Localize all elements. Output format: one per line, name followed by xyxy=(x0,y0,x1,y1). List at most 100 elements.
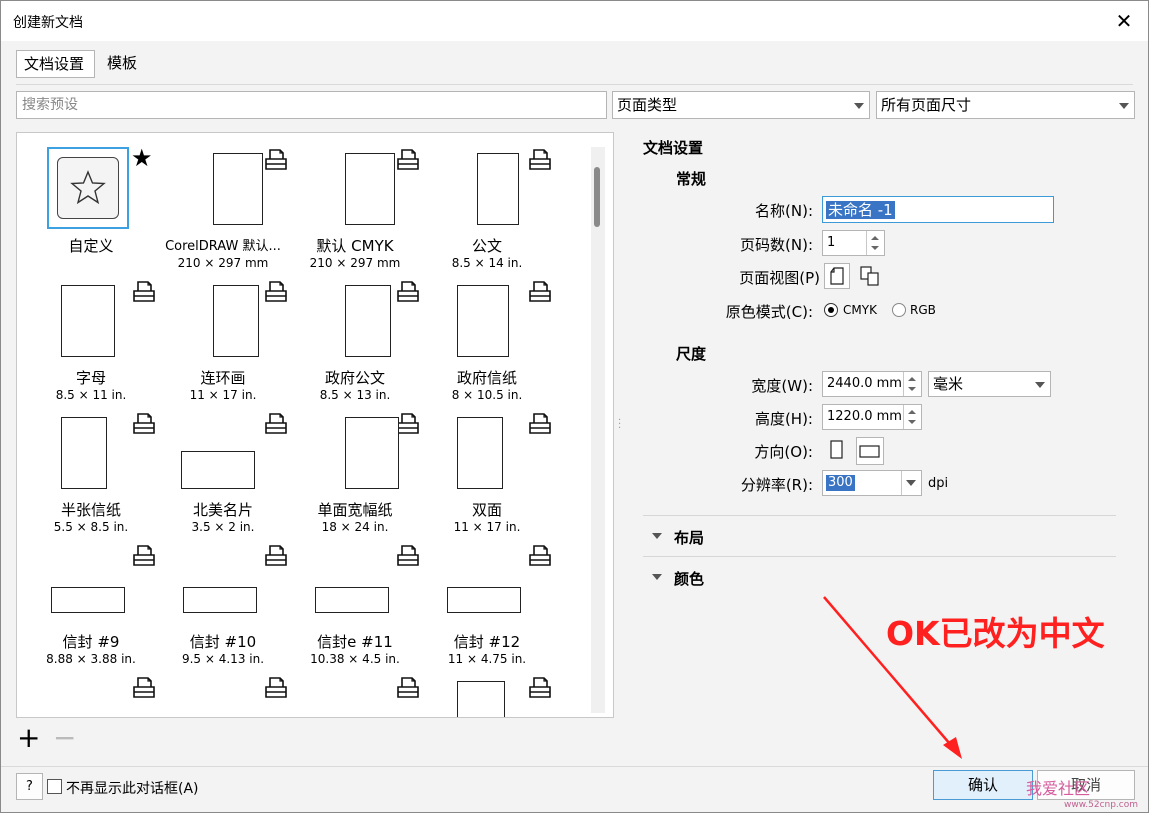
preset-name: 信封e #11 xyxy=(317,633,393,651)
spin-down-icon[interactable] xyxy=(908,387,916,391)
printer-icon xyxy=(527,675,553,701)
divider xyxy=(16,84,1133,85)
printer-icon xyxy=(395,675,421,701)
preset-item[interactable] xyxy=(169,671,301,717)
page-size-select[interactable]: 所有页面尺寸 xyxy=(876,91,1135,119)
printer-icon xyxy=(131,675,157,701)
search-presets-input[interactable] xyxy=(16,91,607,119)
name-label: 名称(N): xyxy=(755,202,813,220)
create-document-dialog: 创建新文档 ✕ 文档设置 模板 页面类型 所有页面尺寸 ★ 自定义 CorelDRA… xyxy=(0,0,1149,813)
portrait-button[interactable] xyxy=(824,437,850,463)
preset-item[interactable]: 信封e #11 10.38 × 4.5 in. xyxy=(301,539,433,671)
preset-item[interactable] xyxy=(301,671,433,717)
preset-item[interactable] xyxy=(433,671,565,717)
preset-size: 5.5 × 8.5 in. xyxy=(53,520,129,534)
preset-name: 信封 #10 xyxy=(189,633,257,651)
page-thumbnail xyxy=(477,153,519,225)
preset-size: 210 × 297 mm xyxy=(309,256,401,270)
preset-item[interactable]: 信封 #10 9.5 × 4.13 in. xyxy=(169,539,301,671)
spin-down-icon[interactable] xyxy=(908,420,916,424)
preset-item[interactable]: 单面宽幅纸 18 × 24 in. xyxy=(301,407,433,539)
add-preset-button[interactable]: + xyxy=(17,724,43,752)
printer-icon xyxy=(263,279,289,305)
preset-size: 8.5 × 13 in. xyxy=(319,388,391,402)
resolution-label: 分辨率(R): xyxy=(740,476,813,494)
preset-item[interactable]: CorelDRAW 默认... 210 × 297 mm xyxy=(165,143,301,275)
preset-item[interactable]: ★ 自定义 xyxy=(37,143,169,275)
preset-item[interactable]: 政府公文 8.5 × 13 in. xyxy=(301,275,433,407)
cmyk-radio[interactable] xyxy=(824,303,838,317)
preset-item[interactable]: 双面 11 × 17 in. xyxy=(433,407,565,539)
printer-icon xyxy=(263,543,289,569)
page-view-label: 页面视图(P) xyxy=(739,269,820,287)
spin-up-icon[interactable] xyxy=(908,377,916,381)
height-stepper[interactable]: 1220.0 mm xyxy=(822,404,922,430)
page-thumbnail xyxy=(213,153,263,225)
pages-stepper[interactable]: 1 xyxy=(822,230,885,256)
resolution-dropdown-button[interactable] xyxy=(901,471,921,495)
expand-arrow-icon xyxy=(652,574,662,580)
units-select[interactable]: 毫米 xyxy=(928,371,1051,397)
resolution-unit: dpi xyxy=(928,476,949,491)
remove-preset-button[interactable]: − xyxy=(53,724,76,752)
preset-item[interactable]: 字母 8.5 × 11 in. xyxy=(37,275,169,407)
chevron-down-icon xyxy=(1035,382,1045,388)
preset-name: 连环画 xyxy=(200,369,246,387)
multi-page-icon xyxy=(860,266,879,286)
page-thumbnail xyxy=(315,587,389,613)
expand-arrow-icon xyxy=(652,533,662,539)
preset-item[interactable]: 连环画 11 × 17 in. xyxy=(169,275,301,407)
preset-item[interactable]: 政府信纸 8 × 10.5 in. xyxy=(433,275,565,407)
preset-item[interactable]: 信封 #12 11 × 4.75 in. xyxy=(433,539,565,671)
width-stepper[interactable]: 2440.0 mm xyxy=(822,371,922,397)
preset-name: 公文 xyxy=(471,237,502,255)
spin-up-icon[interactable] xyxy=(871,236,879,240)
preset-name: 政府公文 xyxy=(324,369,385,387)
resolution-select[interactable]: 300 xyxy=(822,470,922,496)
rgb-radio[interactable] xyxy=(892,303,906,317)
preset-item[interactable]: 北美名片 3.5 × 2 in. xyxy=(169,407,301,539)
star-outline-icon xyxy=(70,170,106,205)
width-label: 宽度(W): xyxy=(751,377,813,395)
printer-icon xyxy=(395,279,421,305)
footer-divider xyxy=(1,766,1148,767)
preset-item[interactable] xyxy=(37,671,169,717)
preset-size: 10.38 × 4.5 in. xyxy=(310,652,400,666)
favorite-star-icon[interactable]: ★ xyxy=(131,145,153,171)
page-type-select[interactable]: 页面类型 xyxy=(612,91,870,119)
vertical-scrollbar[interactable] xyxy=(591,147,605,713)
spin-up-icon[interactable] xyxy=(908,410,916,414)
multi-page-view-button[interactable] xyxy=(857,263,883,289)
single-page-view-button[interactable] xyxy=(824,263,850,289)
name-input[interactable]: 未命名 -1 xyxy=(822,196,1054,223)
preset-item[interactable]: 公文 8.5 × 14 in. xyxy=(433,143,565,275)
ok-button[interactable]: 确认 xyxy=(933,770,1033,800)
scrollbar-thumb[interactable] xyxy=(594,167,600,227)
custom-preset-thumbnail xyxy=(47,147,129,229)
spin-buttons[interactable] xyxy=(903,405,921,429)
dimensions-heading: 尺度 xyxy=(676,345,707,363)
splitter-handle[interactable]: · · · xyxy=(618,416,621,434)
spin-buttons[interactable] xyxy=(866,231,884,255)
spin-buttons[interactable] xyxy=(903,372,921,396)
help-button[interactable]: ? xyxy=(16,773,43,800)
preset-name: 自定义 xyxy=(68,237,114,255)
preset-size: 9.5 × 4.13 in. xyxy=(181,652,265,666)
preset-item[interactable]: 半张信纸 5.5 × 8.5 in. xyxy=(37,407,169,539)
color-mode-label: 原色模式(C): xyxy=(725,303,813,321)
preset-item[interactable]: 默认 CMYK 210 × 297 mm xyxy=(301,143,433,275)
page-thumbnail xyxy=(457,417,503,489)
spin-down-icon[interactable] xyxy=(871,246,879,250)
landscape-button[interactable] xyxy=(856,437,884,465)
printer-icon xyxy=(263,675,289,701)
tab-document-settings[interactable]: 文档设置 xyxy=(16,50,95,78)
close-icon[interactable]: ✕ xyxy=(1110,7,1138,35)
tab-templates[interactable]: 模板 xyxy=(100,50,145,78)
dont-show-checkbox[interactable] xyxy=(47,779,62,794)
preset-size: 8.5 × 14 in. xyxy=(451,256,523,270)
printer-icon xyxy=(395,147,421,173)
preset-name: 默认 CMYK xyxy=(316,237,394,255)
preset-size: 3.5 × 2 in. xyxy=(191,520,255,534)
pages-label: 页码数(N): xyxy=(740,236,813,254)
preset-item[interactable]: 信封 #9 8.88 × 3.88 in. xyxy=(37,539,169,671)
